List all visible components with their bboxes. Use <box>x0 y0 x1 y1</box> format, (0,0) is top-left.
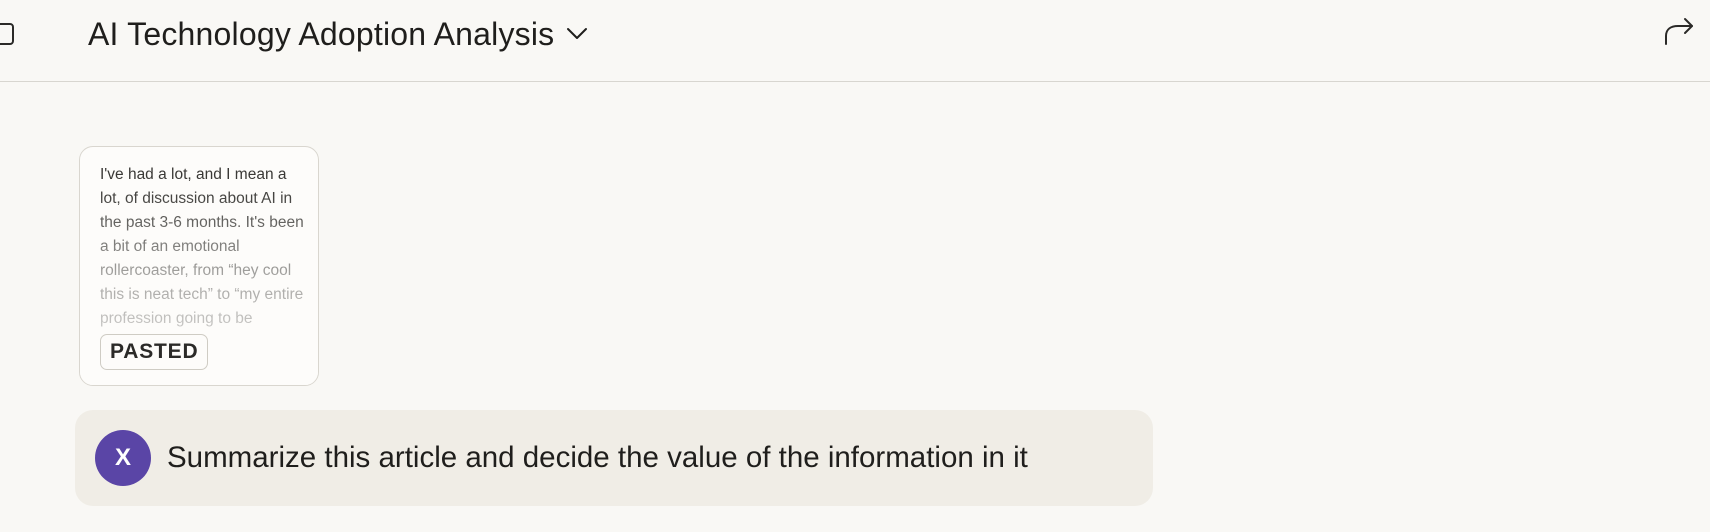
message-text: Summarize this article and decide the va… <box>167 441 1028 474</box>
user-message: X Summarize this article and decide the … <box>75 410 1153 506</box>
chat-page: AI Technology Adoption Analysis I've had… <box>0 0 1710 532</box>
share-button[interactable] <box>1662 16 1696 50</box>
pasted-text-preview: I've had a lot, and I mean a lot, of dis… <box>100 166 304 327</box>
conversation-title: AI Technology Adoption Analysis <box>88 15 555 52</box>
conversation-title-dropdown[interactable]: AI Technology Adoption Analysis <box>88 14 588 54</box>
avatar: X <box>95 430 151 486</box>
pasted-attachment-card[interactable]: I've had a lot, and I mean a lot, of dis… <box>79 146 319 386</box>
pasted-badge: PASTED <box>100 334 209 370</box>
share-arrow-icon <box>1663 16 1695 51</box>
header-bar: AI Technology Adoption Analysis <box>0 0 1710 82</box>
sidebar-toggle-icon[interactable] <box>0 23 14 45</box>
chevron-down-icon <box>566 23 588 45</box>
